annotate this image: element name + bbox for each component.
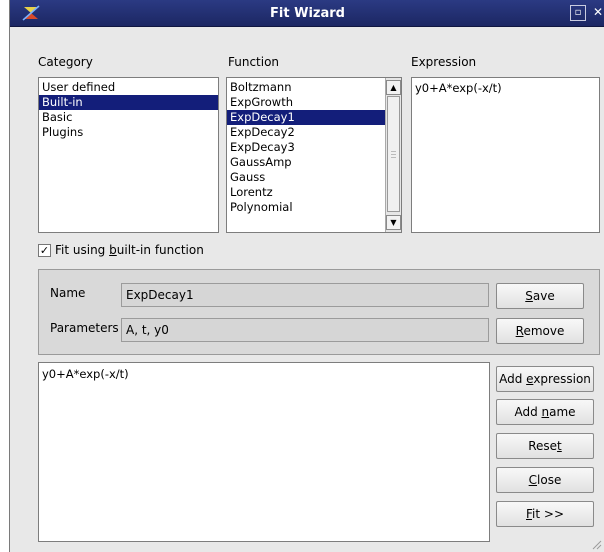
function-item[interactable]: ExpDecay3 (227, 140, 401, 155)
category-item[interactable]: Plugins (39, 125, 218, 140)
remove-button[interactable]: Remove (496, 318, 584, 344)
function-item[interactable]: ExpDecay2 (227, 125, 401, 140)
function-label: Function (228, 55, 280, 69)
function-item[interactable]: GaussAmp (227, 155, 401, 170)
category-list[interactable]: User defined Built-in Basic Plugins (38, 77, 219, 233)
window-title: Fit Wizard (270, 6, 345, 21)
parameters-label: Parameters (50, 321, 119, 335)
add-expression-button[interactable]: Add expression (496, 366, 594, 392)
scrollbar-thumb[interactable] (387, 96, 400, 212)
expression-preview-text: y0+A*exp(-x/t) (415, 81, 502, 95)
function-item[interactable]: Gauss (227, 170, 401, 185)
name-field[interactable]: ExpDecay1 (121, 283, 489, 307)
function-item-selected[interactable]: ExpDecay1 (227, 110, 385, 125)
scroll-up-arrow-icon[interactable]: ▲ (386, 80, 401, 95)
maximize-button[interactable]: ▫ (570, 5, 586, 21)
save-button[interactable]: Save (496, 283, 584, 309)
name-label: Name (50, 286, 86, 300)
category-item[interactable]: Basic (39, 110, 218, 125)
parameters-field[interactable]: A, t, y0 (121, 318, 489, 342)
function-item[interactable]: Boltzmann (227, 80, 401, 95)
expression-editor[interactable]: y0+A*exp(-x/t) (38, 362, 490, 542)
function-item[interactable]: Lorentz (227, 185, 401, 200)
expression-label: Expression (411, 55, 477, 69)
fit-builtin-label[interactable]: Fit using built-in function (55, 243, 204, 257)
function-list[interactable]: Boltzmann ExpGrowth ExpDecay1 ExpDecay2 … (226, 77, 402, 233)
reset-button[interactable]: Reset (496, 433, 594, 459)
function-scrollbar[interactable]: ▲ ▼ (385, 78, 401, 232)
fit-builtin-checkbox[interactable]: ✓ (38, 244, 51, 257)
close-button[interactable]: Close (496, 467, 594, 493)
fit-button[interactable]: Fit >> (496, 501, 594, 527)
expression-preview[interactable]: y0+A*exp(-x/t) (411, 77, 600, 233)
expression-editor-text: y0+A*exp(-x/t) (42, 367, 129, 381)
close-window-button[interactable]: ✕ (590, 5, 604, 21)
resize-grip-icon[interactable] (590, 538, 602, 550)
category-label: Category (38, 55, 93, 69)
add-name-button[interactable]: Add name (496, 399, 594, 425)
function-item[interactable]: ExpGrowth (227, 95, 401, 110)
titlebar[interactable]: Fit Wizard ▫ ✕ (10, 0, 604, 27)
category-item-selected[interactable]: Built-in (39, 95, 218, 110)
function-item[interactable]: Polynomial (227, 200, 401, 215)
category-item[interactable]: User defined (39, 80, 218, 95)
fit-wizard-window: Fit Wizard ▫ ✕ Category User defined Bui… (9, 0, 604, 552)
function-details-group: Name ExpDecay1 Save Parameters A, t, y0 … (38, 269, 600, 355)
scroll-down-arrow-icon[interactable]: ▼ (386, 215, 401, 230)
